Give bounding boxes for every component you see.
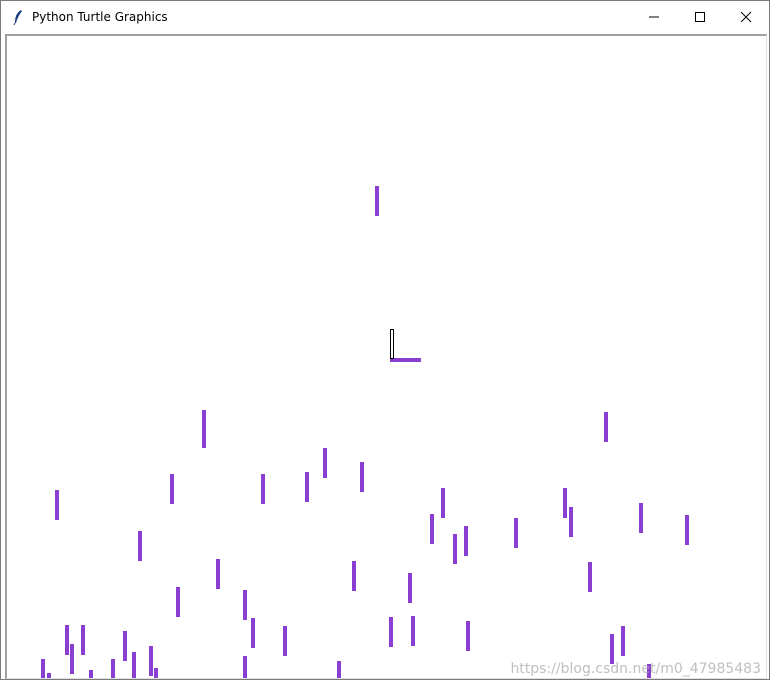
drop-14 bbox=[430, 514, 434, 544]
close-button[interactable] bbox=[723, 1, 769, 32]
drop-31 bbox=[81, 625, 85, 655]
drop-11 bbox=[569, 507, 573, 537]
drop-20 bbox=[352, 561, 356, 591]
close-icon bbox=[740, 11, 752, 22]
drop-22 bbox=[588, 562, 592, 592]
drop-38 bbox=[41, 659, 45, 678]
drop-36 bbox=[132, 652, 136, 678]
drop-34 bbox=[610, 634, 614, 664]
drop-3 bbox=[323, 448, 327, 478]
drop-33 bbox=[621, 626, 625, 656]
drop-19 bbox=[216, 559, 220, 589]
drop-39 bbox=[111, 659, 115, 678]
drop-24 bbox=[243, 590, 247, 620]
drop-44 bbox=[89, 670, 93, 678]
turtle-cursor-icon bbox=[390, 329, 394, 359]
drop-41 bbox=[337, 661, 341, 678]
drop-32 bbox=[123, 631, 127, 661]
drop-17 bbox=[453, 534, 457, 564]
drop-7 bbox=[305, 472, 309, 502]
drop-27 bbox=[389, 617, 393, 647]
drop-9 bbox=[441, 488, 445, 518]
drop-35 bbox=[149, 646, 153, 676]
drop-30 bbox=[65, 625, 69, 655]
drop-42 bbox=[647, 664, 651, 678]
drop-16 bbox=[464, 526, 468, 556]
window-title: Python Turtle Graphics bbox=[32, 9, 168, 24]
turtle-window: Python Turtle Graphics https://blog.csdn… bbox=[0, 0, 770, 680]
drop-0 bbox=[375, 186, 379, 216]
drop-26 bbox=[283, 626, 287, 656]
drop-1 bbox=[202, 410, 206, 448]
drop-40 bbox=[243, 656, 247, 678]
drop-2 bbox=[604, 412, 608, 442]
turtle-canvas-area[interactable] bbox=[5, 34, 767, 679]
drop-28 bbox=[411, 616, 415, 646]
drop-29 bbox=[466, 621, 470, 651]
drop-6 bbox=[261, 474, 265, 504]
drop-4 bbox=[360, 462, 364, 492]
drop-23 bbox=[176, 587, 180, 617]
drop-43 bbox=[154, 668, 158, 678]
turtle-canvas[interactable] bbox=[7, 36, 766, 678]
paddle bbox=[390, 358, 421, 362]
window-controls bbox=[631, 1, 769, 32]
drop-13 bbox=[685, 515, 689, 545]
drop-21 bbox=[408, 573, 412, 603]
drop-45 bbox=[47, 673, 51, 678]
drop-15 bbox=[514, 518, 518, 548]
maximize-icon bbox=[695, 11, 705, 22]
drop-18 bbox=[138, 531, 142, 561]
drop-12 bbox=[639, 503, 643, 533]
minimize-button[interactable] bbox=[631, 1, 677, 32]
maximize-button[interactable] bbox=[677, 1, 723, 32]
drop-5 bbox=[170, 474, 174, 504]
feather-icon bbox=[10, 9, 26, 25]
title-bar[interactable]: Python Turtle Graphics bbox=[1, 1, 769, 32]
drop-37 bbox=[70, 644, 74, 674]
drop-25 bbox=[251, 618, 255, 648]
drop-8 bbox=[55, 490, 59, 520]
minimize-icon bbox=[649, 16, 659, 17]
drop-10 bbox=[563, 488, 567, 518]
